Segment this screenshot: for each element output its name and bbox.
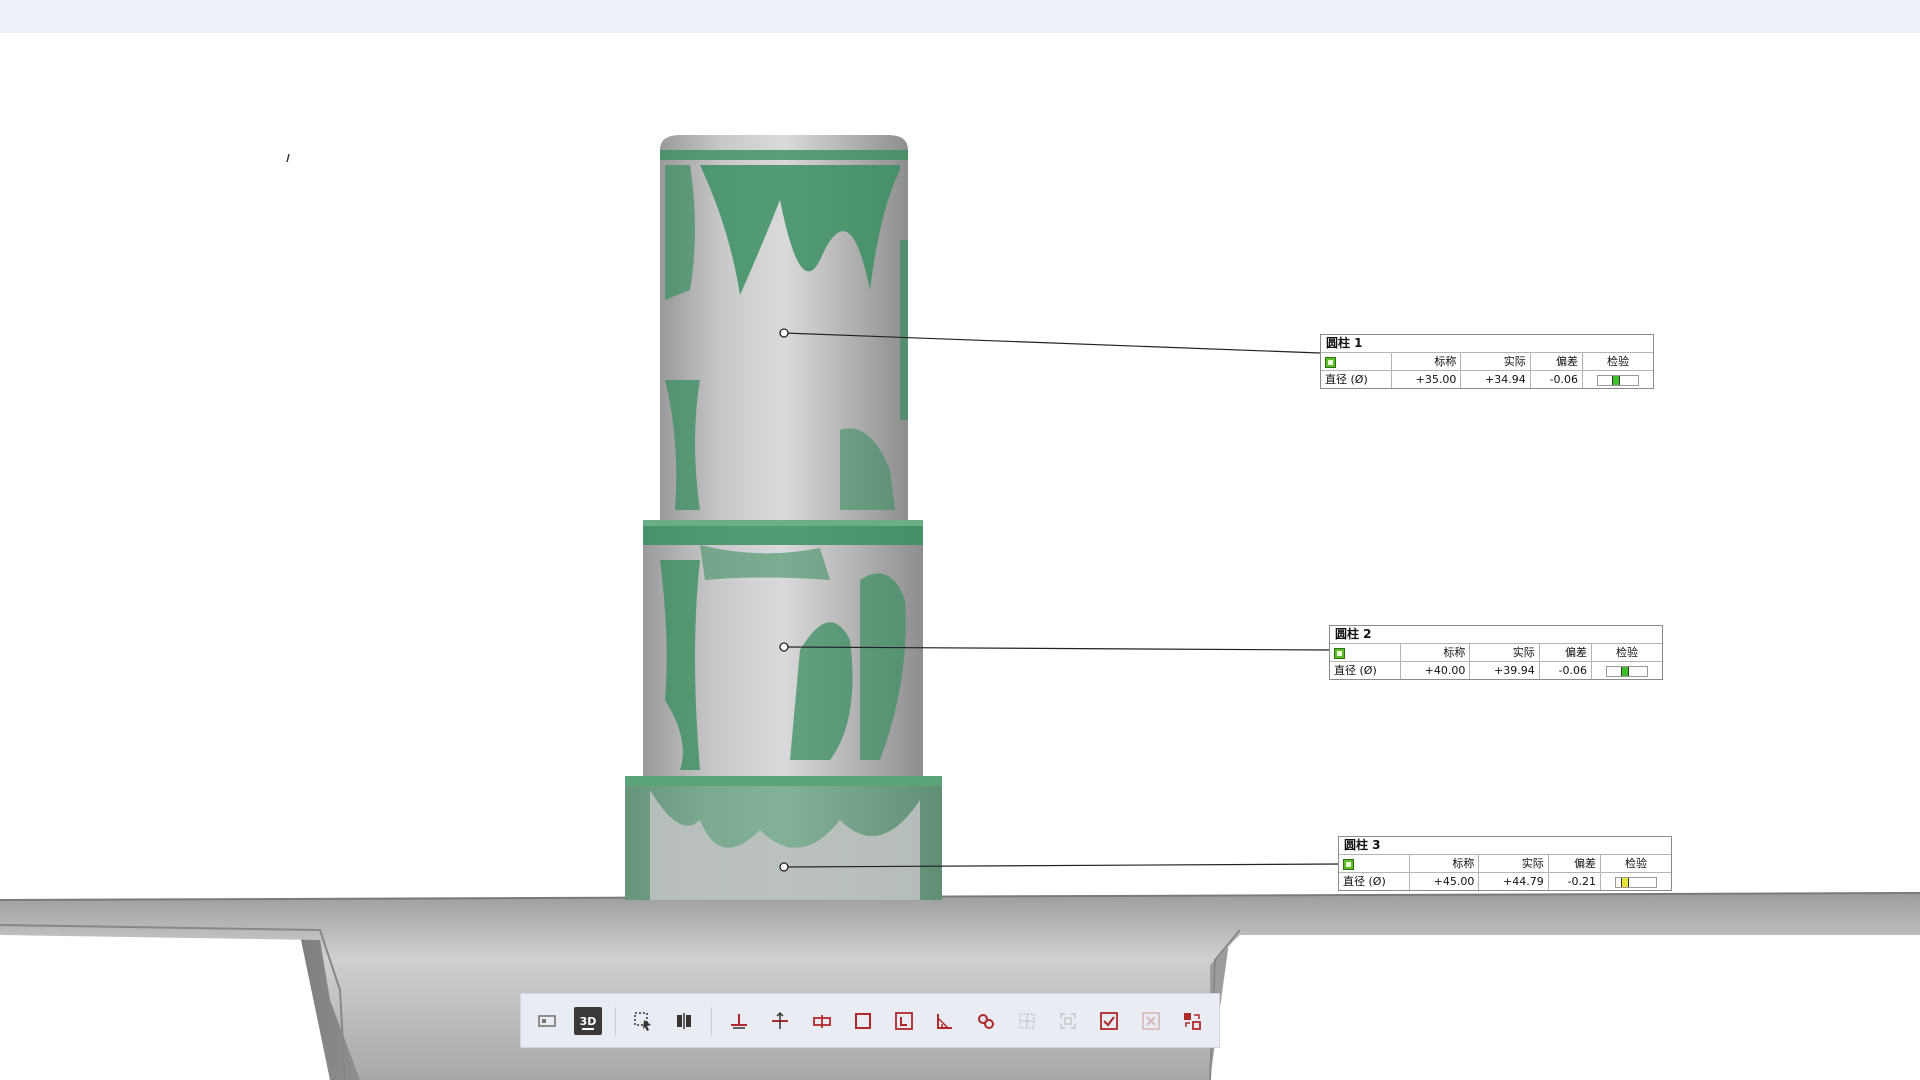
tolerance-gauge (1601, 873, 1671, 891)
tolerance-gauge (1592, 662, 1662, 680)
status-square-icon (1343, 858, 1354, 870)
angle-icon (936, 1013, 952, 1029)
nominal-value: +45.00 (1409, 872, 1480, 890)
angle-button[interactable] (931, 1007, 959, 1035)
dimension-button[interactable] (890, 1007, 918, 1035)
callout-title: 圆柱 2 (1330, 626, 1662, 644)
fit-icon (1060, 1012, 1077, 1029)
view-3d-icon: 3D (580, 1015, 597, 1030)
base-plate (0, 892, 1920, 1080)
row-label: 直径 (Ø) (1330, 661, 1401, 679)
section-icon (772, 1011, 789, 1029)
select-region-button[interactable] (629, 1007, 657, 1035)
cylinder-3-mesh[interactable] (625, 776, 942, 900)
view-3d-button[interactable]: 3D (574, 1006, 602, 1035)
callout-cylinder-2[interactable]: 圆柱 2 标称 实际 偏差 检验 直径 (Ø) +40.00 +39.94 -0… (1329, 625, 1663, 680)
delete-icon (1141, 1011, 1160, 1030)
compare-icon (677, 1012, 692, 1029)
scan-model-view[interactable] (0, 0, 1920, 1080)
grid-select-icon (1019, 1012, 1035, 1029)
grid-select-button[interactable] (1013, 1007, 1041, 1035)
anchor-point-2 (779, 642, 789, 652)
tolerance-gauge (1583, 371, 1653, 389)
actual-value: +44.79 (1478, 872, 1549, 890)
stray-mark (286, 153, 290, 163)
delete-button[interactable] (1137, 1007, 1165, 1035)
header-actual: 实际 (1460, 353, 1531, 371)
header-actual: 实际 (1478, 855, 1549, 873)
status-square-icon (1325, 356, 1336, 368)
view-2d-icon (538, 1014, 556, 1027)
row-label: 直径 (Ø) (1321, 370, 1392, 388)
fit-button[interactable] (1054, 1007, 1082, 1035)
callout-cylinder-1[interactable]: 圆柱 1 标称 实际 偏差 检验 直径 (Ø) +35.00 +34.94 -0… (1320, 334, 1654, 389)
actual-value: +39.94 (1469, 661, 1540, 679)
row-label: 直径 (Ø) (1339, 872, 1410, 890)
anchor-point-1 (779, 328, 789, 338)
callout-title: 圆柱 1 (1321, 335, 1653, 353)
checklist-icon (1100, 1011, 1119, 1030)
dimension-icon (894, 1011, 913, 1030)
toolbar-separator (711, 1006, 713, 1035)
link-icon (978, 1013, 995, 1029)
header-nominal: 标称 (1409, 855, 1480, 873)
header-deviation: 偏差 (1530, 353, 1584, 371)
header-deviation: 偏差 (1548, 855, 1602, 873)
toolbar-separator (615, 1006, 617, 1035)
deviation-value: -0.21 (1548, 872, 1602, 890)
rectangle-button[interactable] (849, 1007, 877, 1035)
cylinder-1-mesh[interactable] (660, 135, 908, 520)
rectangle-icon (854, 1012, 871, 1029)
section-button[interactable] (767, 1007, 795, 1035)
header-deviation: 偏差 (1539, 644, 1593, 662)
checklist-button[interactable] (1096, 1007, 1124, 1035)
nominal-value: +35.00 (1391, 370, 1462, 388)
select-region-icon (634, 1011, 652, 1031)
bottom-toolbar: 3D (520, 993, 1220, 1048)
status-square-icon (1334, 647, 1345, 659)
plane-align-icon (731, 1013, 748, 1029)
callout-cylinder-3[interactable]: 圆柱 3 标称 实际 偏差 检验 直径 (Ø) +45.00 +44.79 -0… (1338, 836, 1672, 891)
header-check: 检验 (1600, 855, 1671, 873)
header-check: 检验 (1582, 353, 1653, 371)
header-actual: 实际 (1469, 644, 1540, 662)
actual-value: +34.94 (1460, 370, 1531, 388)
plane-align-button[interactable] (725, 1007, 753, 1035)
header-nominal: 标称 (1400, 644, 1471, 662)
svg-text:3D: 3D (580, 1015, 597, 1028)
header-nominal: 标称 (1391, 353, 1462, 371)
callout-title: 圆柱 3 (1339, 837, 1671, 855)
link-button[interactable] (972, 1007, 1000, 1035)
gap-measure-button[interactable] (808, 1007, 836, 1035)
transform-button[interactable] (1178, 1007, 1206, 1035)
nominal-value: +40.00 (1400, 661, 1471, 679)
view-2d-button[interactable] (533, 1007, 561, 1035)
gap-measure-icon (812, 1014, 831, 1028)
transform-icon (1183, 1012, 1201, 1030)
anchor-point-3 (779, 862, 789, 872)
compare-button[interactable] (670, 1007, 698, 1035)
deviation-value: -0.06 (1539, 661, 1593, 679)
deviation-value: -0.06 (1530, 370, 1584, 388)
header-check: 检验 (1591, 644, 1662, 662)
